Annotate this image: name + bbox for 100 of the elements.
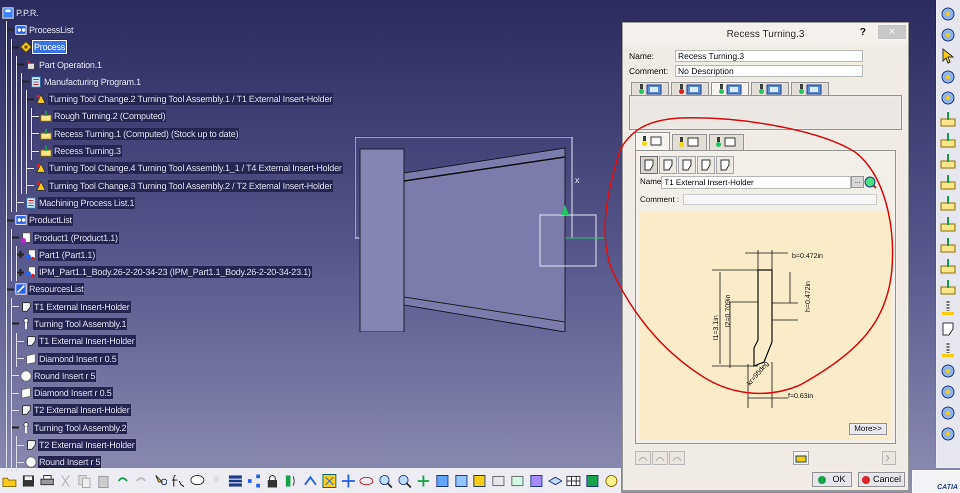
- tool-outline-icon: [686, 136, 700, 148]
- tree-item[interactable]: Turning Tool Change.3 Turning Tool Assembly.2 / T2 External Insert-Holder: [48, 180, 334, 192]
- tree-item[interactable]: ResourcesList: [28, 283, 84, 296]
- zoom-out-icon[interactable]: [397, 472, 412, 488]
- tool-view-button[interactable]: [659, 156, 677, 174]
- help-button[interactable]: ?: [858, 25, 868, 40]
- tree-item[interactable]: Turning Tool Change.2 Turning Tool Assembly.1 / T1 External Insert-Holder: [48, 93, 334, 106]
- machining-step-icon[interactable]: [940, 216, 956, 232]
- text-field[interactable]: No Description: [675, 65, 863, 78]
- tree-item[interactable]: P.P.R.: [15, 6, 40, 19]
- tree-item[interactable]: ProcessList: [28, 24, 74, 36]
- tree-item[interactable]: Round Insert r 5: [38, 456, 102, 468]
- tree-item[interactable]: Turning Tool Change.4 Turning Tool Assembly.1_1 / T4 External Insert-Holder: [48, 162, 343, 174]
- expand-toggle-icon[interactable]: [17, 268, 24, 276]
- drill-icon[interactable]: [940, 300, 956, 316]
- tool-view-button[interactable]: [697, 156, 715, 174]
- magnifier-icon[interactable]: [864, 176, 878, 188]
- machining-step-icon: [40, 128, 52, 140]
- fit-all-icon[interactable]: [322, 472, 337, 488]
- tree-item[interactable]: Process: [33, 41, 66, 54]
- tool-outline-icon: [649, 135, 663, 147]
- part-icon: [25, 266, 37, 278]
- insert-holder-icon: [643, 158, 655, 170]
- cube-icon[interactable]: [472, 472, 488, 488]
- tree-item[interactable]: T1 External Insert-Holder: [38, 335, 136, 348]
- collapse-toggle-icon[interactable]: [7, 286, 14, 293]
- expand-toggle-icon[interactable]: [17, 251, 24, 258]
- collapse-toggle-icon[interactable]: [17, 61, 24, 68]
- machining-step-icon[interactable]: [940, 132, 956, 148]
- tree-item[interactable]: Turning Tool Assembly.1: [33, 318, 128, 330]
- save-icon[interactable]: [20, 472, 36, 488]
- collapse-toggle-icon[interactable]: [7, 26, 14, 34]
- tool-view-button[interactable]: [716, 156, 734, 174]
- cube-icon[interactable]: [528, 472, 544, 488]
- tree-item[interactable]: IPM_Part1.1_Body.26-2-20-34-23 (IPM_Part1.1_Body.26-2-20-34-23.1): [38, 266, 312, 278]
- tree-item[interactable]: Part1 (Part1.1): [38, 248, 96, 261]
- dialog-tab[interactable]: [631, 82, 669, 94]
- tree-item[interactable]: T1 External Insert-Holder: [33, 300, 131, 313]
- collapse-toggle-icon[interactable]: [22, 78, 29, 86]
- tree-item[interactable]: Product1 (Product1.1): [33, 232, 119, 244]
- tree-item[interactable]: T2 External Insert-Holder: [38, 439, 136, 452]
- collapse-toggle-icon[interactable]: [12, 320, 19, 328]
- cube-icon[interactable]: [585, 472, 600, 488]
- tool-outline-icon: [723, 136, 737, 148]
- cube-icon[interactable]: [454, 472, 468, 488]
- text-field[interactable]: T1 External Insert-Holder: [661, 176, 852, 188]
- tool-tab[interactable]: [635, 132, 670, 150]
- machining-step-icon[interactable]: [940, 174, 956, 190]
- tree-item[interactable]: Rough Turning.2 (Computed): [53, 110, 166, 122]
- text-field[interactable]: [683, 194, 877, 205]
- collapse-toggle-icon[interactable]: [12, 234, 19, 241]
- tree-item[interactable]: Diamond Insert r 0.5: [38, 352, 118, 365]
- machining-tab-icon: [726, 82, 742, 94]
- drill-icon[interactable]: [940, 342, 956, 358]
- text-field[interactable]: Recess Turning.3: [675, 50, 863, 62]
- insert-holder-icon[interactable]: [940, 321, 956, 337]
- machining-step-icon[interactable]: [940, 195, 956, 211]
- tool-tab[interactable]: [709, 134, 744, 150]
- machining-step-icon[interactable]: [940, 111, 956, 127]
- cube-icon[interactable]: [434, 472, 450, 488]
- formula-icon[interactable]: [171, 472, 186, 488]
- tree-item[interactable]: Recess Turning.3: [53, 145, 122, 158]
- program-icon: [30, 76, 42, 88]
- tool-view-button[interactable]: [678, 156, 696, 174]
- tree-item[interactable]: Part Operation.1: [38, 58, 103, 71]
- dialog-tab[interactable]: [791, 82, 829, 94]
- table-icon[interactable]: [228, 472, 243, 488]
- program-icon: [25, 196, 37, 209]
- machining-step-icon[interactable]: [940, 153, 956, 169]
- confirm-dot-icon: [818, 476, 826, 484]
- ok-button[interactable]: OK: [812, 472, 852, 487]
- dialog-tab[interactable]: [751, 82, 789, 94]
- tree-item[interactable]: Turning Tool Assembly.2: [33, 422, 128, 434]
- tree-item[interactable]: T2 External Insert-Holder: [33, 404, 131, 416]
- collapse-toggle-icon[interactable]: [27, 96, 34, 103]
- insert-holder-icon: [700, 158, 712, 170]
- tree-item[interactable]: ProductList: [28, 214, 73, 226]
- dialog-tab[interactable]: [671, 82, 709, 94]
- pointer-icon[interactable]: [940, 48, 956, 64]
- tree-item[interactable]: Diamond Insert r 0.5: [33, 387, 113, 400]
- pan-icon[interactable]: [340, 472, 356, 488]
- machining-step-icon[interactable]: [940, 258, 956, 274]
- more-button[interactable]: More>>: [849, 423, 887, 435]
- tree-item[interactable]: Round Insert r 5: [33, 370, 96, 382]
- zoom-in-icon[interactable]: [378, 472, 394, 488]
- tool-view-button[interactable]: [640, 156, 658, 174]
- tree-item[interactable]: Recess Turning.1 (Computed) (Stock up to date): [53, 128, 240, 140]
- collapse-toggle-icon[interactable]: [7, 216, 14, 224]
- cancel-button[interactable]: Cancel: [858, 472, 905, 487]
- tree-item[interactable]: Manufacturing Program.1: [43, 76, 142, 88]
- dialog-tab[interactable]: [711, 82, 749, 94]
- collapse-toggle-icon[interactable]: [12, 424, 19, 432]
- machining-step-icon[interactable]: [940, 279, 956, 295]
- machining-step-icon[interactable]: [940, 237, 956, 253]
- collapse-toggle-icon[interactable]: [12, 44, 19, 51]
- tree-root-icon: [2, 6, 14, 19]
- tool-tab[interactable]: [672, 134, 707, 150]
- round-insert-icon: [25, 456, 37, 468]
- tree-item[interactable]: Machining Process List.1: [38, 196, 136, 209]
- tool-change-icon: [35, 162, 47, 174]
